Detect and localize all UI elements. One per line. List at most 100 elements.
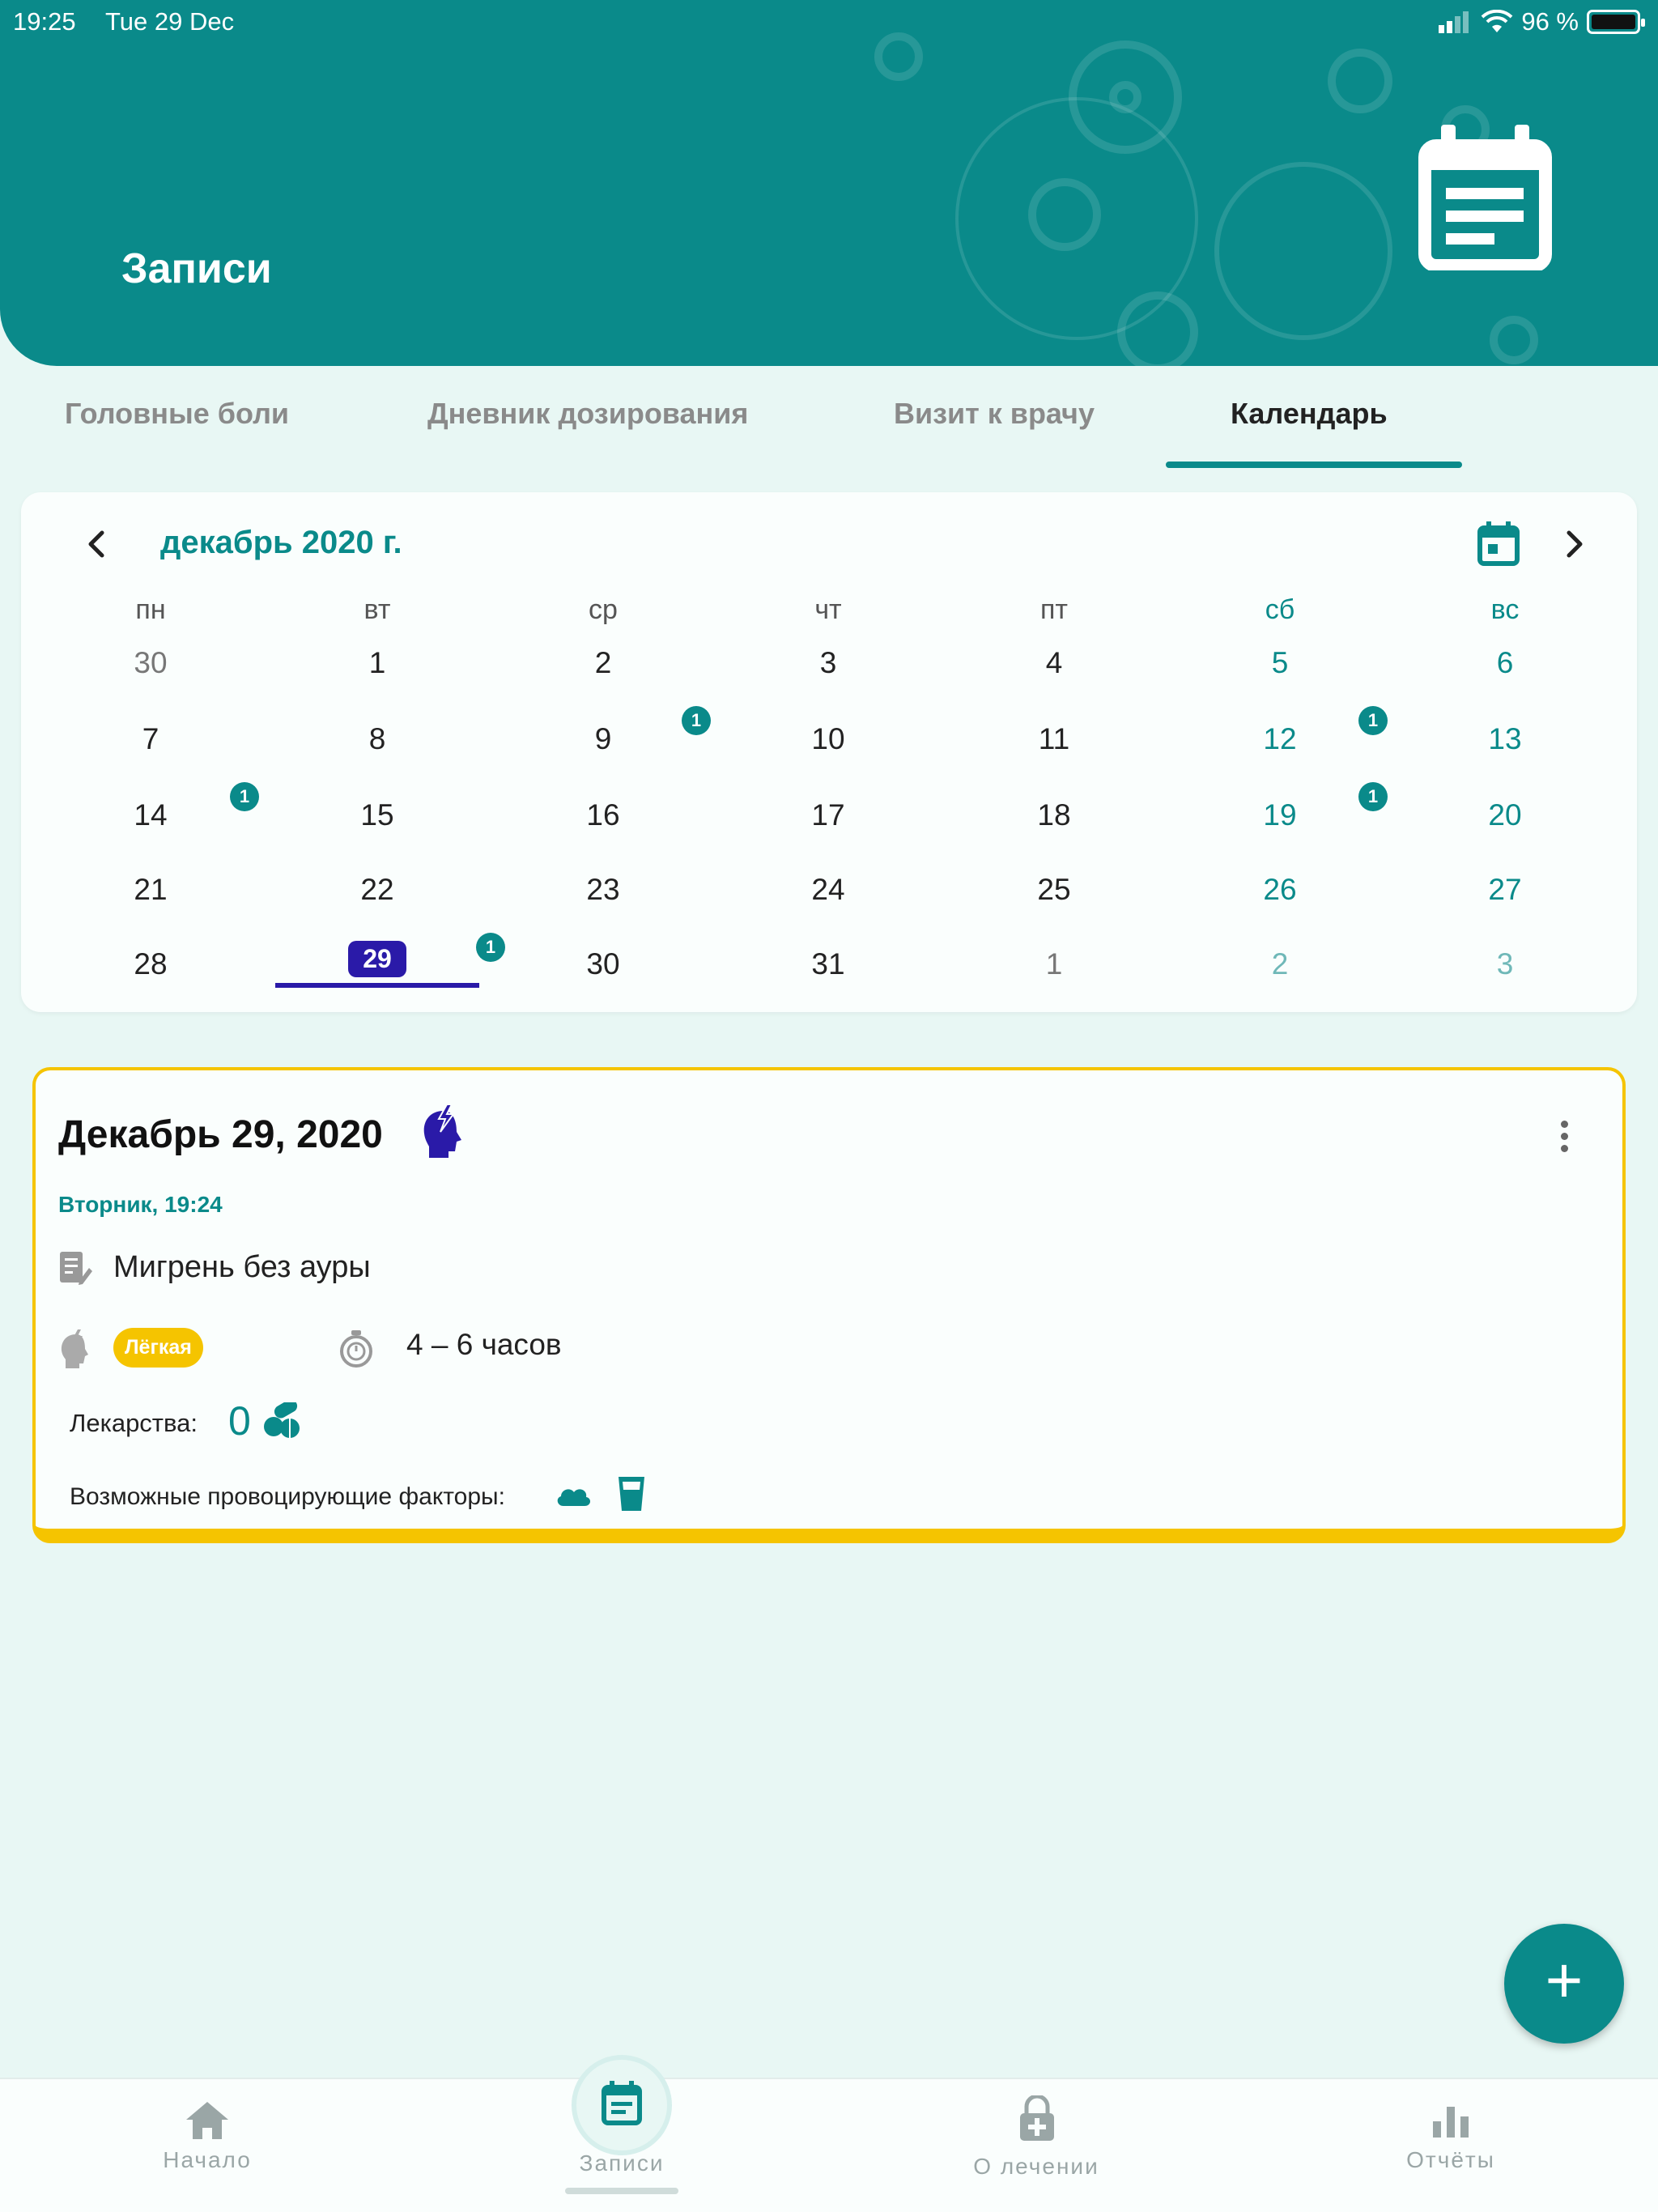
calendar-day[interactable]: 20 xyxy=(1424,798,1586,832)
header: 19:25 Tue 29 Dec 96 % Записи xyxy=(0,0,1658,366)
notes-icon xyxy=(60,1252,92,1285)
calendar-day[interactable]: 21 xyxy=(70,873,232,907)
bar-chart-icon xyxy=(1433,2107,1469,2138)
calendar-day[interactable]: 31 xyxy=(747,947,909,981)
nav-reports[interactable]: Отчёты xyxy=(1329,2079,1572,2212)
cloud-icon xyxy=(557,1489,591,1506)
signal-icon xyxy=(1439,11,1469,33)
status-right: 96 % xyxy=(1437,7,1645,36)
next-month-chevron-icon[interactable] xyxy=(1558,528,1590,560)
calendar-day[interactable]: 16 xyxy=(522,798,684,832)
calendar-day[interactable]: 23 xyxy=(522,873,684,907)
medications-label: Лекарства: xyxy=(70,1409,198,1437)
status-time: 19:25 xyxy=(13,7,76,36)
weekday-sun: вс xyxy=(1490,594,1520,625)
add-entry-button[interactable]: + xyxy=(1504,1924,1624,2044)
tab-headaches[interactable]: Головные боли xyxy=(65,397,289,431)
battery-icon xyxy=(1587,10,1645,34)
calendar-day[interactable]: 5 xyxy=(1199,646,1361,680)
weekday-fri: пт xyxy=(1040,594,1068,625)
decor-circle xyxy=(955,97,1198,340)
decor-circle xyxy=(1214,162,1392,340)
calendar-day[interactable]: 4 xyxy=(973,646,1135,680)
home-indicator xyxy=(565,2188,678,2194)
entry-count-badge: 1 xyxy=(1358,782,1388,811)
calendar-day[interactable]: 27 xyxy=(1424,873,1586,907)
calendar-day[interactable]: 24 xyxy=(747,873,909,907)
tab-bar: Головные боли Дневник дозирования Визит … xyxy=(0,381,1658,470)
records-calendar-icon xyxy=(602,2081,642,2125)
calendar-day[interactable]: 2 xyxy=(522,646,684,680)
nav-home[interactable]: Начало xyxy=(86,2079,329,2212)
triggers-label: Возможные провоцирующие факторы: xyxy=(70,1483,505,1510)
entry-more-menu-icon[interactable] xyxy=(1561,1121,1571,1157)
entry-count-badge: 1 xyxy=(476,933,505,962)
prev-month-chevron-icon[interactable] xyxy=(81,528,113,560)
calendar-day[interactable]: 15 xyxy=(296,798,458,832)
calendar-day[interactable]: 11 xyxy=(973,722,1135,756)
calendar-card: декабрь 2020 г. пн вт ср чт пт сб вс 30 … xyxy=(21,492,1637,1012)
wifi-icon xyxy=(1481,10,1513,32)
calendar-day[interactable]: 17 xyxy=(747,798,909,832)
tab-calendar[interactable]: Календарь xyxy=(1231,397,1388,431)
calendar-day[interactable]: 19 xyxy=(1199,798,1361,832)
weekday-tue: вт xyxy=(363,594,391,625)
calendar-day[interactable]: 8 xyxy=(296,722,458,756)
calendar-day[interactable]: 14 xyxy=(70,798,232,832)
calendar-day[interactable]: 13 xyxy=(1424,722,1586,756)
nav-records-active-bubble[interactable] xyxy=(572,2055,672,2155)
calendar-day[interactable]: 30 xyxy=(522,947,684,981)
weekday-thu: чт xyxy=(814,594,842,625)
medications-count: 0 xyxy=(228,1398,251,1444)
calendar-day[interactable]: 2 xyxy=(1199,947,1361,981)
today-pill: 29 xyxy=(348,941,406,977)
decor-circle xyxy=(1328,49,1392,113)
calendar-picker-icon[interactable] xyxy=(1477,520,1520,567)
page-title: Записи xyxy=(121,245,272,292)
calendar-day[interactable]: 3 xyxy=(747,646,909,680)
status-date: Tue 29 Dec xyxy=(105,7,235,36)
calendar-day[interactable]: 1 xyxy=(973,947,1135,981)
headache-head-icon xyxy=(423,1104,461,1158)
battery-percent: 96 % xyxy=(1521,7,1579,36)
calendar-day[interactable]: 1 xyxy=(296,646,458,680)
entry-diagnosis: Мигрень без ауры xyxy=(113,1250,371,1284)
today-underline xyxy=(275,983,479,988)
calendar-day[interactable]: 6 xyxy=(1424,646,1586,680)
tab-dosing-diary[interactable]: Дневник дозирования xyxy=(427,397,748,431)
calendar-notes-icon xyxy=(1418,125,1552,270)
month-title: декабрь 2020 г. xyxy=(160,525,402,560)
calendar-day[interactable]: 12 xyxy=(1199,722,1361,756)
calendar-day[interactable]: 30 xyxy=(70,646,232,680)
calendar-day[interactable]: 7 xyxy=(70,722,232,756)
entry-duration: 4 – 6 часов xyxy=(406,1328,562,1361)
weekday-mon: пн xyxy=(135,594,166,625)
calendar-day-today[interactable]: 29 xyxy=(296,941,458,977)
headache-entry-card[interactable]: Декабрь 29, 2020 Вторник, 19:24 Мигрень … xyxy=(32,1067,1626,1543)
calendar-day[interactable]: 9 xyxy=(522,722,684,756)
decor-circle xyxy=(1490,316,1538,364)
tab-doctor-visit[interactable]: Визит к врачу xyxy=(894,397,1095,431)
water-glass-icon xyxy=(619,1477,644,1511)
status-bar: 19:25 Tue 29 Dec 96 % xyxy=(0,0,1658,42)
home-icon xyxy=(186,2102,228,2139)
entry-count-badge: 1 xyxy=(682,706,711,735)
calendar-day[interactable]: 25 xyxy=(973,873,1135,907)
weekday-sat: сб xyxy=(1265,594,1295,625)
severity-badge: Лёгкая xyxy=(113,1328,203,1368)
nav-reports-label: Отчёты xyxy=(1406,2147,1495,2172)
head-pain-icon xyxy=(61,1329,88,1368)
lock-plus-icon xyxy=(1020,2095,1054,2141)
calendar-day[interactable]: 10 xyxy=(747,722,909,756)
bottom-navigation: Начало Записи О лечении Отчёты xyxy=(0,2078,1658,2212)
tab-active-indicator xyxy=(1166,462,1462,468)
calendar-day[interactable]: 3 xyxy=(1424,947,1586,981)
nav-treatment[interactable]: О лечении xyxy=(915,2079,1158,2212)
calendar-day[interactable]: 22 xyxy=(296,873,458,907)
pills-icon xyxy=(264,1402,300,1438)
calendar-day[interactable]: 28 xyxy=(70,947,232,981)
entry-date-title: Декабрь 29, 2020 xyxy=(58,1113,383,1156)
calendar-day[interactable]: 18 xyxy=(973,798,1135,832)
calendar-day[interactable]: 26 xyxy=(1199,873,1361,907)
entry-count-badge: 1 xyxy=(1358,706,1388,735)
